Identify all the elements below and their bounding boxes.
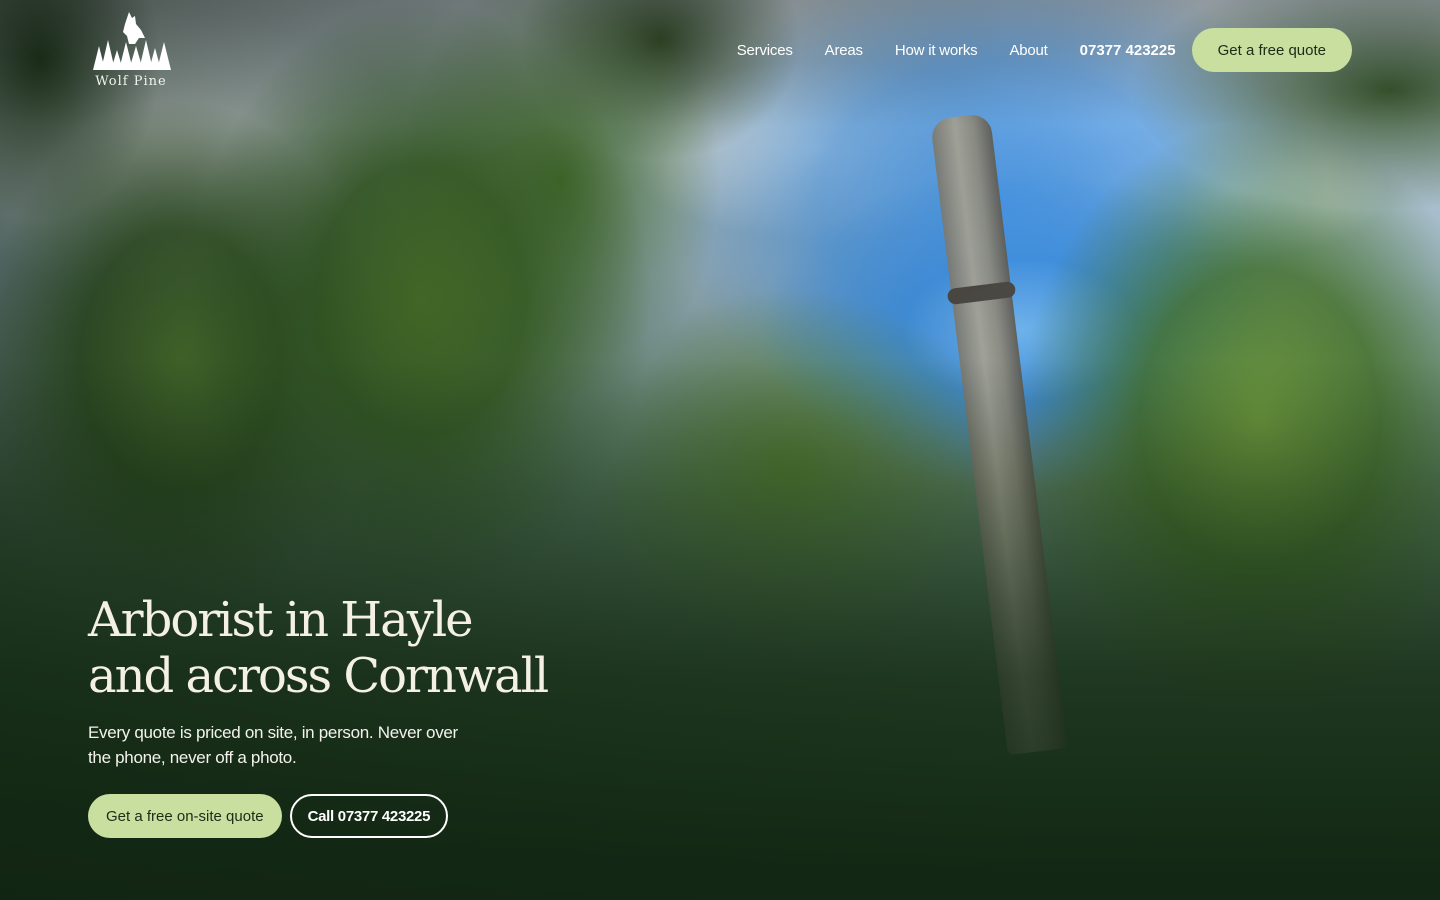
hero-title-line-1: Arborist in Hayle — [88, 592, 474, 648]
hero-cta-row: Get a free on-site quote Call 07377 4232… — [88, 794, 608, 838]
hero-copy: Arborist in Hayle and across Cornwall Ev… — [88, 592, 608, 838]
free-onsite-quote-button[interactable]: Get a free on-site quote — [88, 794, 282, 838]
call-phone-button[interactable]: Call 07377 423225 — [289, 794, 449, 838]
hero-title: Arborist in Hayle and across Cornwall — [88, 592, 608, 704]
nav-link-areas[interactable]: Areas — [825, 42, 863, 59]
hero-subtitle: Every quote is priced on site, in person… — [88, 723, 458, 767]
nav-phone-link[interactable]: 07377 423225 — [1080, 42, 1176, 59]
site-header: Wolf Pine Services Areas How it works Ab… — [0, 0, 1440, 100]
brand-logo[interactable]: Wolf Pine — [88, 10, 174, 94]
main-nav: Services Areas How it works About 07377 … — [737, 28, 1352, 72]
nav-link-how-it-works[interactable]: How it works — [895, 42, 978, 59]
brand-wordmark: Wolf Pine — [95, 74, 167, 89]
wolf-pine-logo-icon — [93, 12, 171, 70]
nav-link-services[interactable]: Services — [737, 42, 793, 59]
nav-link-about[interactable]: About — [1009, 42, 1047, 59]
get-free-quote-button[interactable]: Get a free quote — [1191, 28, 1352, 72]
hero-section: Wolf Pine Services Areas How it works Ab… — [0, 0, 1440, 900]
hero-title-line-2: and across Cornwall — [88, 648, 549, 704]
